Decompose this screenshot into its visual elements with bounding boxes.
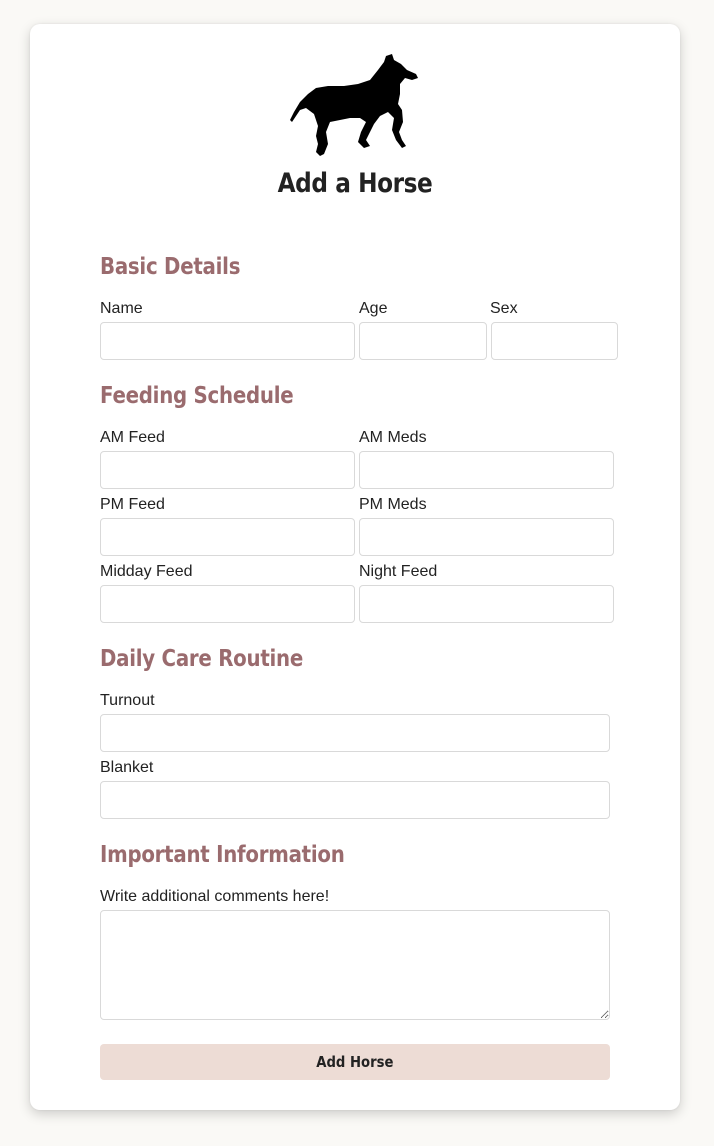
horse-silhouette-icon — [290, 54, 418, 156]
add-horse-card: Add a Horse Basic Details Name Age Sex F… — [30, 24, 680, 1110]
turnout-input[interactable] — [100, 714, 610, 752]
section-heading-basic-details: Basic Details — [100, 254, 241, 280]
midday-feed-label: Midday Feed — [100, 563, 193, 580]
name-input[interactable] — [100, 322, 355, 360]
pm-feed-label: PM Feed — [100, 496, 165, 513]
section-heading-important-info: Important Information — [100, 842, 345, 868]
comments-textarea[interactable] — [100, 910, 610, 1020]
blanket-label: Blanket — [100, 759, 154, 776]
am-meds-label: AM Meds — [359, 429, 427, 446]
pm-feed-input[interactable] — [100, 518, 355, 556]
pm-meds-label: PM Meds — [359, 496, 427, 513]
page-title: Add a Horse — [277, 168, 433, 199]
add-horse-button[interactable]: Add Horse — [100, 1044, 610, 1080]
section-heading-feeding-schedule: Feeding Schedule — [100, 383, 294, 409]
add-horse-button-label: Add Horse — [316, 1053, 394, 1071]
midday-feed-input[interactable] — [100, 585, 355, 623]
sex-label: Sex — [490, 300, 518, 317]
section-heading-daily-care: Daily Care Routine — [100, 646, 304, 672]
age-input[interactable] — [359, 322, 487, 360]
am-feed-input[interactable] — [100, 451, 355, 489]
night-feed-label: Night Feed — [359, 563, 438, 580]
night-feed-input[interactable] — [359, 585, 614, 623]
blanket-input[interactable] — [100, 781, 610, 819]
age-label: Age — [359, 300, 388, 317]
am-meds-input[interactable] — [359, 451, 614, 489]
am-feed-label: AM Feed — [100, 429, 165, 446]
pm-meds-input[interactable] — [359, 518, 614, 556]
sex-input[interactable] — [491, 322, 618, 360]
comments-label: Write additional comments here! — [100, 888, 330, 905]
name-label: Name — [100, 300, 143, 317]
turnout-label: Turnout — [100, 692, 155, 709]
